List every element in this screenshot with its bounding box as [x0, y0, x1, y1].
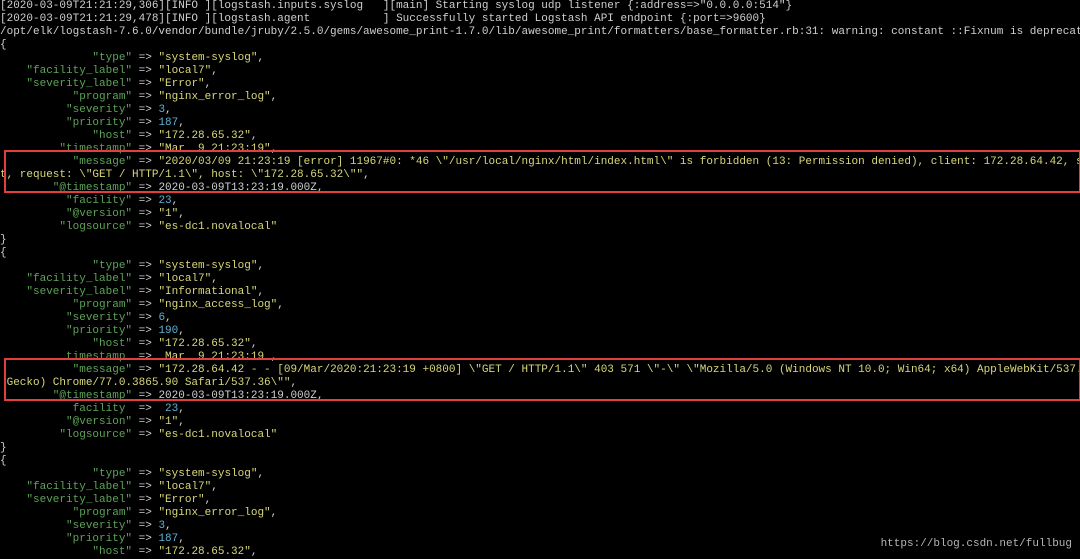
- kv-timestamp: "timestamp" => "Mar 9 21:23:19",: [0, 143, 1080, 156]
- kv-message-cont: t, request: \"GET / HTTP/1.1\", host: \"…: [0, 169, 1080, 182]
- kv-severity-label: "severity_label" => "Error",: [0, 78, 1080, 91]
- log-text: /opt/elk/logstash-7.6.0/vendor/bundle/jr…: [0, 26, 1080, 38]
- kv-severity-label: "severity_label" => "Error",: [0, 494, 1080, 507]
- kv-message: "message" => "172.28.64.42 - - [09/Mar/2…: [0, 364, 1080, 377]
- kv-type: "type" => "system-syslog",: [0, 260, 1080, 273]
- header-line-1: [2020-03-09T21:21:29,306][INFO ][logstas…: [0, 0, 1080, 13]
- kv-host: "host" => "172.28.65.32",: [0, 130, 1080, 143]
- kv-type: "type" => "system-syslog",: [0, 468, 1080, 481]
- kv-host: "host" => "172.28.65.32",: [0, 338, 1080, 351]
- kv-logsource: "logsource" => "es-dc1.novalocal": [0, 429, 1080, 442]
- brace-open: {: [0, 455, 1080, 468]
- kv-message-cont: Gecko) Chrome/77.0.3865.90 Safari/537.36…: [0, 377, 1080, 390]
- kv-facility-label: "facility_label" => "local7",: [0, 273, 1080, 286]
- kv-severity: "severity" => 3,: [0, 104, 1080, 117]
- kv-facility: "facility" => 23,: [0, 195, 1080, 208]
- kv-priority: "priority" => 190,: [0, 325, 1080, 338]
- header-line-2: [2020-03-09T21:21:29,478][INFO ][logstas…: [0, 13, 1080, 26]
- header-line-3: /opt/elk/logstash-7.6.0/vendor/bundle/jr…: [0, 26, 1080, 39]
- kv-timestamp: timestamp => Mar 9 21:23:19 ,: [0, 351, 1080, 364]
- kv-program: "program" => "nginx_error_log",: [0, 507, 1080, 520]
- kv-version: "@version" => "1",: [0, 416, 1080, 429]
- kv-logsource: "logsource" => "es-dc1.novalocal": [0, 221, 1080, 234]
- kv-type: "type" => "system-syslog",: [0, 52, 1080, 65]
- kv-severity-label: "severity_label" => "Informational",: [0, 286, 1080, 299]
- kv-facility-label: "facility_label" => "local7",: [0, 481, 1080, 494]
- brace-close: }: [0, 234, 1080, 247]
- watermark-text: https://blog.csdn.net/fullbug: [881, 538, 1072, 551]
- kv-priority: "priority" => 187,: [0, 117, 1080, 130]
- kv-facility-label: "facility_label" => "local7",: [0, 65, 1080, 78]
- kv-version: "@version" => "1",: [0, 208, 1080, 221]
- terminal-output: [2020-03-09T21:21:29,306][INFO ][logstas…: [0, 0, 1080, 559]
- brace-close: }: [0, 442, 1080, 455]
- kv-at-timestamp: "@timestamp" => 2020-03-09T13:23:19.000Z…: [0, 390, 1080, 403]
- kv-severity: "severity" => 6,: [0, 312, 1080, 325]
- kv-facility: facility => 23,: [0, 403, 1080, 416]
- log-text: [2020-03-09T21:21:29,478][INFO ][logstas…: [0, 13, 766, 25]
- kv-at-timestamp: "@timestamp" => 2020-03-09T13:23:19.000Z…: [0, 182, 1080, 195]
- brace-open: {: [0, 39, 1080, 52]
- kv-program: "program" => "nginx_access_log",: [0, 299, 1080, 312]
- log-text: [2020-03-09T21:21:29,306][INFO ][logstas…: [0, 0, 792, 12]
- brace-open: {: [0, 247, 1080, 260]
- kv-severity: "severity" => 3,: [0, 520, 1080, 533]
- kv-message: "message" => "2020/03/09 21:23:19 [error…: [0, 156, 1080, 169]
- kv-program: "program" => "nginx_error_log",: [0, 91, 1080, 104]
